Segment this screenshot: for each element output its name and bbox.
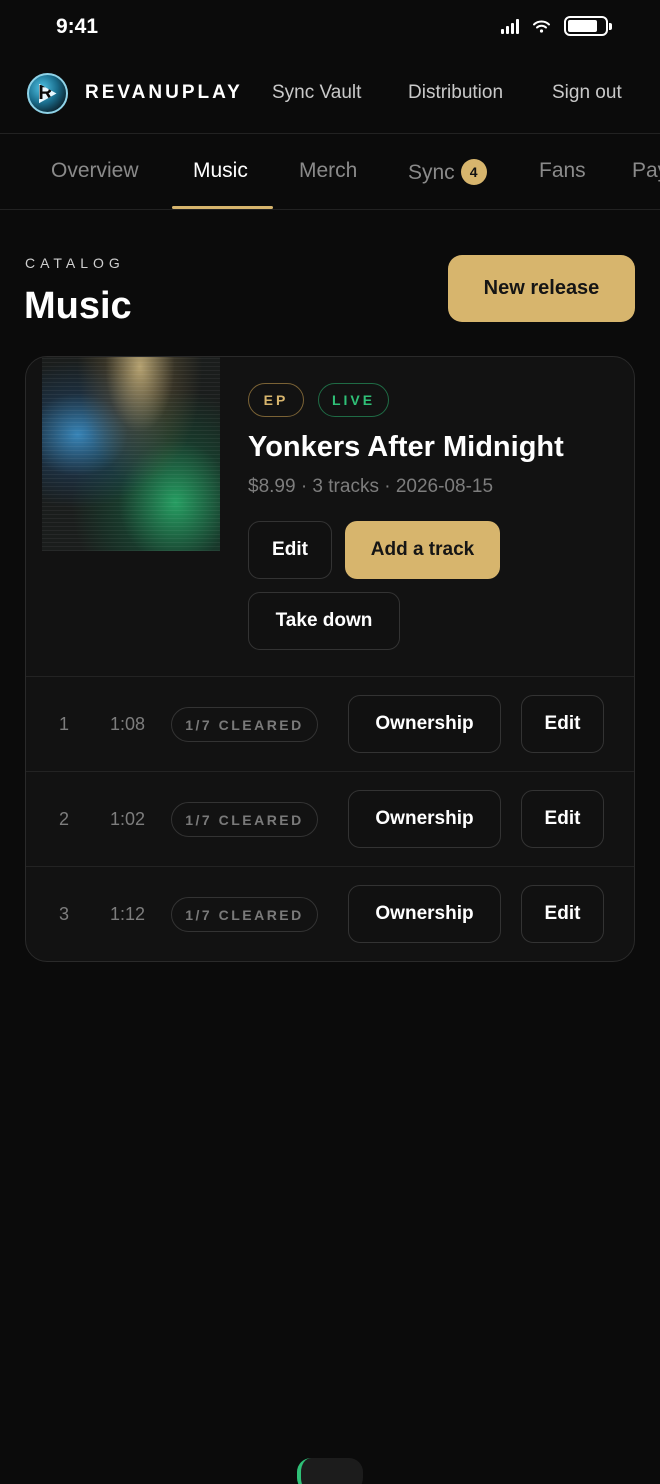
section-tabs: Overview Music Merch Sync4 Fans Pay <box>0 135 660 210</box>
release-card: EP LIVE Yonkers After Midnight $8.99 · 3… <box>25 356 635 962</box>
release-status-badge: LIVE <box>318 383 389 417</box>
ownership-button[interactable]: Ownership <box>348 885 501 943</box>
signal-icon <box>501 18 519 34</box>
tab-sync-label: Sync <box>408 161 455 184</box>
release-meta: $8.99 · 3 tracks · 2026-08-15 <box>248 476 494 497</box>
release-title: Yonkers After Midnight <box>248 431 564 463</box>
track-duration: 1:02 <box>110 809 146 829</box>
brand-logo-icon[interactable]: R <box>27 73 68 114</box>
battery-icon <box>564 16 612 36</box>
track-duration: 1:12 <box>110 904 146 924</box>
ownership-button[interactable]: Ownership <box>348 790 501 848</box>
edit-track-button[interactable]: Edit <box>521 885 604 943</box>
release-cover-art[interactable] <box>42 357 220 551</box>
track-duration: 1:08 <box>110 714 146 734</box>
tab-fans[interactable]: Fans <box>539 159 586 183</box>
tab-sync[interactable]: Sync 4 <box>408 159 487 185</box>
status-bar: 9:41 <box>0 0 660 56</box>
tab-music[interactable]: Music <box>193 159 248 183</box>
track-number: 1 <box>59 714 70 734</box>
tab-overview[interactable]: Overview <box>51 159 139 183</box>
track-list: 1 1:08 1/7 CLEARED Ownership Edit 2 1:02… <box>26 676 634 961</box>
brand-name[interactable]: REVANUPLAY <box>85 82 243 104</box>
clearance-badge: 1/7 CLEARED <box>171 897 318 932</box>
clearance-badge: 1/7 CLEARED <box>171 707 318 742</box>
track-number: 2 <box>59 809 70 829</box>
track-row: 1 1:08 1/7 CLEARED Ownership Edit <box>26 676 634 771</box>
tab-pay[interactable]: Pay <box>632 159 660 183</box>
nav-distribution[interactable]: Distribution <box>408 82 503 104</box>
app-header: R REVANUPLAY Sync Vault Distribution Sig… <box>0 56 660 134</box>
wifi-icon <box>533 20 550 33</box>
floating-status-indicator[interactable] <box>297 1458 363 1484</box>
new-release-button[interactable]: New release <box>448 255 635 322</box>
page-title: Music <box>24 285 132 327</box>
tab-merch[interactable]: Merch <box>299 159 357 183</box>
clearance-badge: 1/7 CLEARED <box>171 802 318 837</box>
track-number: 3 <box>59 904 70 924</box>
active-tab-indicator <box>172 206 273 209</box>
release-type-badge: EP <box>248 383 304 417</box>
edit-release-button[interactable]: Edit <box>248 521 332 579</box>
nav-sync-vault[interactable]: Sync Vault <box>272 82 361 104</box>
track-row: 2 1:02 1/7 CLEARED Ownership Edit <box>26 771 634 866</box>
add-track-button[interactable]: Add a track <box>345 521 500 579</box>
sync-count-badge: 4 <box>460 159 487 185</box>
track-row: 3 1:12 1/7 CLEARED Ownership Edit <box>26 866 634 961</box>
status-time: 9:41 <box>56 15 99 38</box>
edit-track-button[interactable]: Edit <box>521 790 604 848</box>
catalog-eyebrow: CATALOG <box>25 255 125 271</box>
take-down-button[interactable]: Take down <box>248 592 400 650</box>
status-icons <box>501 16 612 36</box>
ownership-button[interactable]: Ownership <box>348 695 501 753</box>
nav-sign-out[interactable]: Sign out <box>552 82 622 104</box>
edit-track-button[interactable]: Edit <box>521 695 604 753</box>
